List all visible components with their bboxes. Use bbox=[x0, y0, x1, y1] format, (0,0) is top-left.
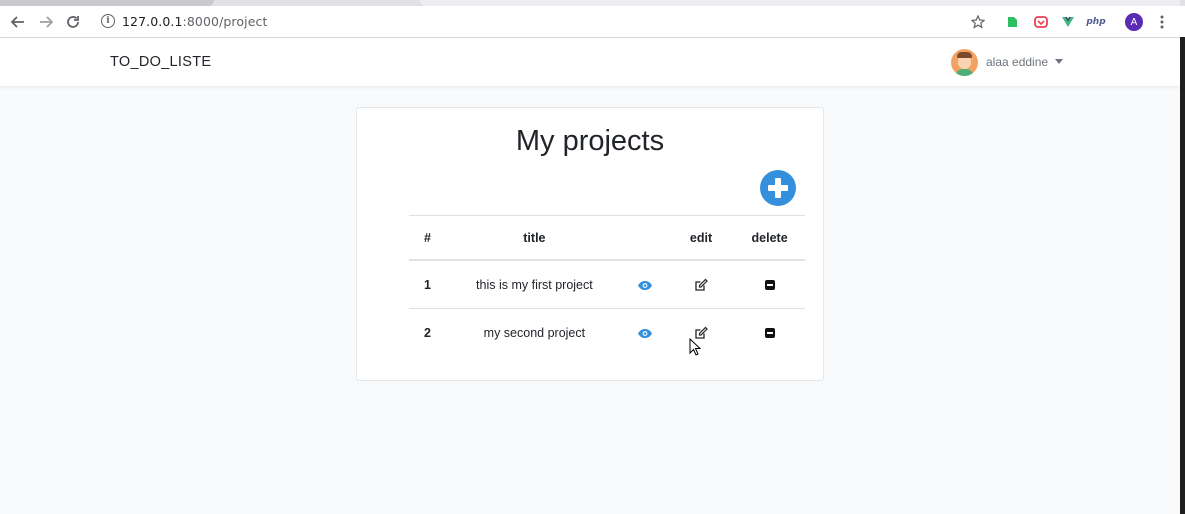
view-project-button[interactable] bbox=[622, 259, 668, 309]
url-host: 127.0.0.1 bbox=[122, 14, 183, 29]
evernote-icon[interactable] bbox=[1004, 14, 1020, 30]
url-path: :8000/project bbox=[182, 14, 268, 29]
row-number: 1 bbox=[409, 259, 446, 309]
user-dropdown-toggle[interactable]: alaa eddine bbox=[986, 55, 1048, 69]
project-title: my second project bbox=[445, 308, 623, 356]
back-arrow-icon[interactable] bbox=[8, 12, 28, 32]
vue-devtools-icon[interactable] bbox=[1060, 14, 1076, 30]
window-edge bbox=[1180, 37, 1185, 514]
reload-icon[interactable] bbox=[63, 12, 83, 32]
minus-square-icon[interactable] bbox=[764, 280, 775, 291]
profile-avatar[interactable]: A bbox=[1125, 13, 1143, 31]
project-title: this is my first project bbox=[445, 259, 623, 309]
address-bar[interactable]: 127.0.0.1:8000/project bbox=[122, 14, 267, 29]
kebab-menu-icon[interactable] bbox=[1156, 14, 1168, 30]
php-extension-icon[interactable]: php bbox=[1086, 14, 1105, 30]
forward-arrow-icon[interactable] bbox=[36, 12, 56, 32]
column-header-view bbox=[622, 215, 668, 261]
table-header-row: # title edit delete bbox=[409, 215, 805, 261]
view-project-button[interactable] bbox=[622, 308, 668, 356]
star-bookmark-icon[interactable] bbox=[970, 14, 986, 30]
column-header-edit: edit bbox=[667, 215, 735, 261]
column-header-number: # bbox=[409, 215, 446, 261]
browser-toolbar: i 127.0.0.1:8000/project php A bbox=[0, 6, 1185, 38]
eye-icon[interactable] bbox=[637, 328, 653, 339]
edit-project-button[interactable] bbox=[667, 308, 735, 356]
page-title: My projects bbox=[515, 125, 665, 157]
brand-link[interactable]: TO_DO_LISTE bbox=[110, 54, 211, 70]
delete-project-button[interactable] bbox=[734, 308, 805, 356]
chevron-down-icon[interactable] bbox=[1055, 59, 1063, 64]
edit-icon[interactable] bbox=[694, 278, 708, 292]
minus-square-icon[interactable] bbox=[764, 328, 775, 339]
eye-icon[interactable] bbox=[637, 280, 653, 291]
add-project-button[interactable] bbox=[760, 170, 796, 206]
mouse-cursor-icon bbox=[689, 338, 701, 356]
row-number: 2 bbox=[409, 308, 446, 356]
column-header-delete: delete bbox=[734, 215, 805, 261]
column-header-title: title bbox=[445, 215, 623, 261]
projects-card: My projects # title edit delete 1 this i… bbox=[356, 107, 824, 381]
delete-project-button[interactable] bbox=[734, 259, 805, 309]
app-navbar: TO_DO_LISTE alaa eddine bbox=[0, 38, 1180, 86]
table-row: 2 my second project bbox=[409, 308, 805, 356]
edit-project-button[interactable] bbox=[667, 259, 735, 309]
table-row: 1 this is my first project bbox=[409, 259, 805, 309]
info-icon[interactable]: i bbox=[101, 14, 115, 28]
projects-table: # title edit delete 1 this is my first p… bbox=[409, 215, 805, 356]
user-avatar[interactable] bbox=[951, 49, 978, 76]
pocket-icon[interactable] bbox=[1033, 14, 1049, 30]
